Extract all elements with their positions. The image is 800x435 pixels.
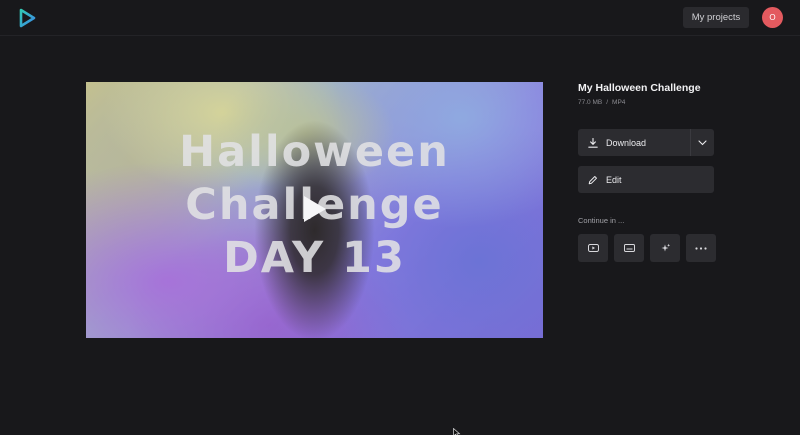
download-options-button[interactable]: [690, 129, 714, 156]
file-format: MP4: [612, 99, 626, 106]
sparkle-icon: [661, 243, 670, 251]
video-title-line: DAY 13: [223, 233, 406, 283]
continue-in-options: [578, 234, 716, 262]
more-options-button[interactable]: [686, 234, 716, 262]
continue-youtube-button[interactable]: [578, 234, 608, 262]
continue-captions-button[interactable]: [614, 234, 644, 262]
captions-icon: [623, 244, 635, 252]
continue-in-label: Continue in ...: [578, 216, 625, 225]
meta-separator: /: [606, 99, 609, 106]
download-label: Download: [606, 137, 647, 148]
play-icon[interactable]: [301, 195, 327, 223]
video-player[interactable]: Halloween Challenge DAY 13: [86, 82, 543, 338]
mouse-cursor-icon: [453, 428, 461, 435]
file-size: 77.0 MB: [578, 99, 603, 106]
download-button[interactable]: Download: [578, 129, 690, 156]
more-icon: [695, 246, 707, 250]
my-projects-button[interactable]: My projects: [683, 7, 749, 28]
youtube-icon: [587, 244, 599, 252]
top-bar: My projects O: [0, 0, 800, 36]
file-meta: 77.0 MB / MP4: [578, 99, 625, 106]
edit-button[interactable]: Edit: [578, 166, 714, 193]
download-split-button: Download: [578, 129, 714, 156]
project-title: My Halloween Challenge: [578, 82, 701, 94]
edit-label: Edit: [606, 174, 622, 185]
video-title-line: Halloween: [179, 127, 450, 177]
chevron-down-icon: [698, 139, 707, 145]
continue-ai-button[interactable]: [650, 234, 680, 262]
avatar[interactable]: O: [762, 7, 783, 28]
pencil-icon: [588, 175, 597, 184]
app-logo-icon[interactable]: [17, 8, 37, 28]
download-icon: [588, 137, 598, 148]
